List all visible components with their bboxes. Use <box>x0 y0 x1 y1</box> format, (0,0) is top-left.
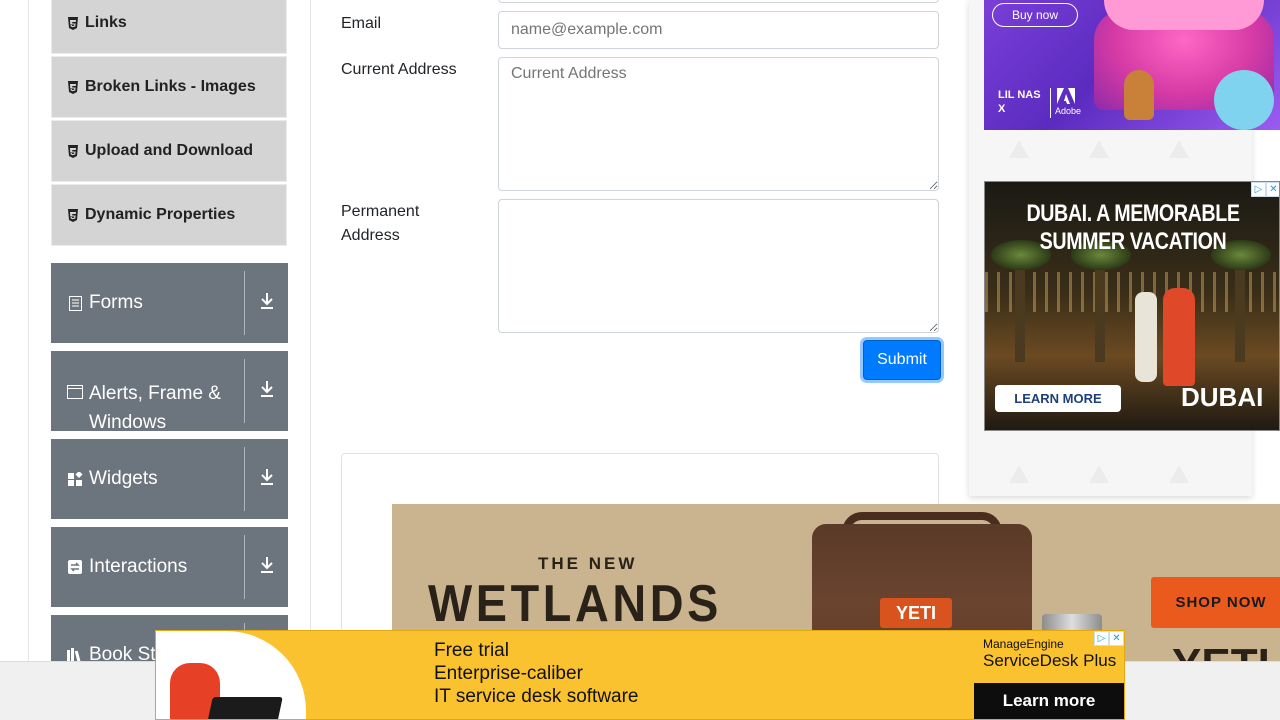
sidebar-item-links[interactable]: Links <box>51 0 287 54</box>
ad-headline-line1: DUBAI. A MEMORABLE <box>1026 200 1240 227</box>
ad-banner-manage-engine[interactable]: Free trial Enterprise-caliber IT service… <box>155 630 1125 720</box>
adchoices-icon[interactable]: ▷ <box>1251 182 1266 197</box>
learn-more-button[interactable]: Learn more <box>974 683 1124 719</box>
sidebar-group-forms[interactable]: Forms <box>51 263 288 343</box>
elephant-illustration <box>1214 70 1274 130</box>
expand-button[interactable] <box>245 527 288 607</box>
sidebar-group-label: Forms <box>89 292 143 313</box>
sidebar-item-label: Dynamic Properties <box>85 206 236 223</box>
email-label: Email <box>341 15 382 32</box>
sidebar-item-upload-download[interactable]: Upload and Download <box>51 120 287 182</box>
gingerbread-illustration <box>1124 70 1154 120</box>
ad-headline: DUBAI. A MEMORABLE SUMMER VACATION <box>1012 200 1255 256</box>
download-arrow-icon <box>259 380 275 403</box>
current-address-label: Current Address <box>341 61 457 78</box>
ad-subheadline: THE NEW <box>538 554 638 573</box>
ad-headline-line2: SUMMER VACATION <box>1039 228 1227 255</box>
sidebar-item-label: Upload and Download <box>85 142 253 159</box>
html5-icon <box>66 208 79 222</box>
learn-more-button[interactable]: LEARN MORE <box>995 385 1121 412</box>
close-ad-icon[interactable]: ✕ <box>1109 631 1124 646</box>
email-field[interactable] <box>498 11 939 49</box>
laptop-illustration <box>207 697 283 719</box>
permanent-address-label: Permanent Address <box>341 200 419 248</box>
ad-banner-cake[interactable]: Buy now LIL NAS X Adobe <box>984 0 1280 130</box>
sidebar-group-label: Alerts, Frame & <box>89 383 221 404</box>
sidebar-group-label-line2: Windows <box>89 412 167 433</box>
permanent-address-label-line2: Address <box>341 227 400 244</box>
sidebar-group-label: Interactions <box>89 556 188 577</box>
ad-copy-line3: IT service desk software <box>434 686 639 707</box>
interactions-icon <box>67 559 83 575</box>
left-panel: Links Broken Links - Images Upload and D… <box>28 0 311 720</box>
window-icon <box>67 384 83 400</box>
sidebar-item-label: Links <box>85 14 127 31</box>
ad-copy: Free trial Enterprise-caliber IT service… <box>434 639 639 708</box>
adchoices-icon[interactable]: ▷ <box>1094 631 1109 646</box>
sidebar-group-interactions[interactable]: Interactions <box>51 527 288 607</box>
person-illustration <box>1163 288 1195 386</box>
current-address-field[interactable] <box>498 57 939 191</box>
download-arrow-icon <box>259 292 275 315</box>
permanent-address-label-line1: Permanent <box>341 203 420 220</box>
html5-icon <box>66 16 79 30</box>
widgets-icon <box>67 471 83 487</box>
buy-now-button[interactable]: Buy now <box>992 3 1078 27</box>
expand-button[interactable] <box>245 439 288 519</box>
person-illustration <box>1135 292 1157 382</box>
permanent-address-field[interactable] <box>498 199 939 333</box>
expand-button[interactable] <box>245 351 288 431</box>
download-arrow-icon <box>259 556 275 579</box>
html5-icon <box>66 80 79 94</box>
previous-input[interactable] <box>498 0 939 3</box>
ad-copy-line1: Free trial <box>434 640 509 661</box>
lil-nas-x-logo: LIL NAS X <box>998 89 1041 115</box>
sidebar-item-label: Broken Links - Images <box>85 78 256 95</box>
page: Links Broken Links - Images Upload and D… <box>0 0 1280 720</box>
close-ad-icon[interactable]: ✕ <box>1266 182 1279 197</box>
expand-button[interactable] <box>245 263 288 343</box>
sidebar-item-broken-links[interactable]: Broken Links - Images <box>51 56 287 118</box>
download-arrow-icon <box>259 468 275 491</box>
sidebar-group-alerts[interactable]: Alerts, Frame & Windows <box>51 351 288 433</box>
ad-headline: WETLANDS <box>428 575 722 633</box>
dubai-logo: DUBAI <box>1181 382 1264 412</box>
yeti-tag: YETI <box>880 598 952 628</box>
adobe-label: Adobe <box>1055 106 1082 116</box>
sidebar-group-widgets[interactable]: Widgets <box>51 439 288 519</box>
adobe-logo: Adobe <box>1050 88 1082 118</box>
form-icon <box>67 295 83 311</box>
ad-banner-dubai[interactable]: DUBAI. A MEMORABLE SUMMER VACATION LEARN… <box>984 181 1280 431</box>
ad-copy-line2: Enterprise-caliber <box>434 663 583 684</box>
shop-now-button[interactable]: SHOP NOW <box>1151 577 1280 628</box>
sidebar-group-label: Widgets <box>89 468 158 489</box>
submit-button[interactable]: Submit <box>863 340 941 380</box>
html5-icon <box>66 144 79 158</box>
sidebar-item-dynamic-properties[interactable]: Dynamic Properties <box>51 184 287 246</box>
brand-line1: ManageEngine <box>983 637 1064 651</box>
brand-line2: ServiceDesk Plus <box>983 651 1117 670</box>
